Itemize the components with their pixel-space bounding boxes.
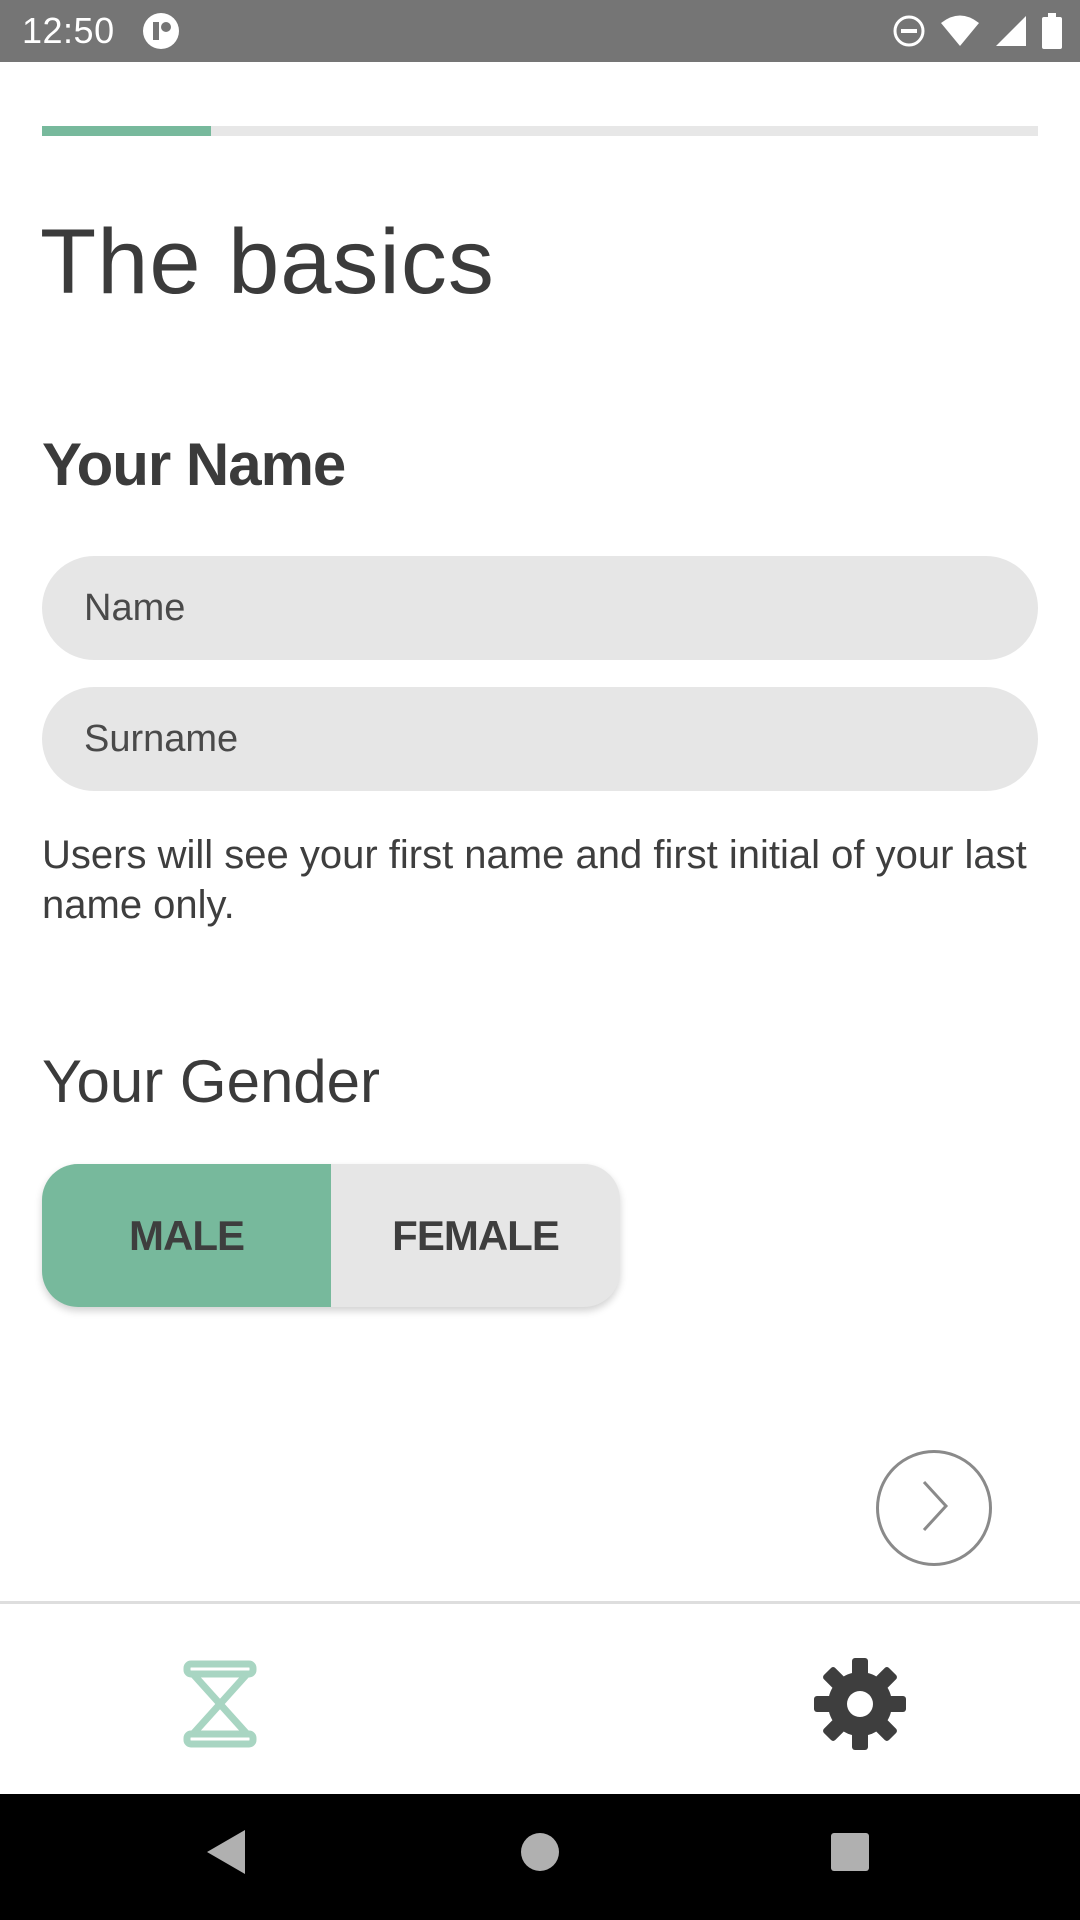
battery-icon [1042,13,1062,49]
progress-bar [42,126,1038,136]
wifi-icon [940,14,980,48]
page-title: The basics [40,211,495,313]
bottom-navigation [0,1601,1080,1796]
nav-item-settings[interactable] [810,1656,910,1756]
cellular-signal-icon [994,14,1028,48]
next-button[interactable] [876,1450,992,1566]
surname-input[interactable] [42,687,1038,791]
name-privacy-helper-text: Users will see your first name and first… [42,833,1027,927]
system-navigation-bar [0,1794,1080,1920]
status-icons [892,12,1062,50]
recents-icon [830,1832,870,1877]
hourglass-icon [183,1660,257,1753]
status-time: 12:50 [22,10,115,51]
home-icon [520,1832,560,1877]
status-bar: 12:50 [0,0,1080,62]
gender-option-female[interactable]: FEMALE [331,1164,620,1307]
progress-bar-fill [42,126,212,136]
system-home-button[interactable] [510,1824,570,1884]
gender-section-heading: Your Gender [42,1048,381,1115]
back-icon [205,1828,247,1881]
gender-option-male[interactable]: MALE [42,1164,331,1307]
system-back-button[interactable] [196,1824,256,1884]
system-recents-button[interactable] [820,1824,880,1884]
first-name-input[interactable] [42,556,1038,660]
app-notification-icon [142,12,180,50]
chevron-right-icon [914,1478,954,1539]
do-not-disturb-icon [892,14,926,48]
nav-item-timer[interactable] [170,1656,270,1756]
name-section-heading: Your Name [42,431,346,498]
gear-icon [812,1656,908,1757]
gender-toggle: MALE FEMALE [42,1164,620,1307]
